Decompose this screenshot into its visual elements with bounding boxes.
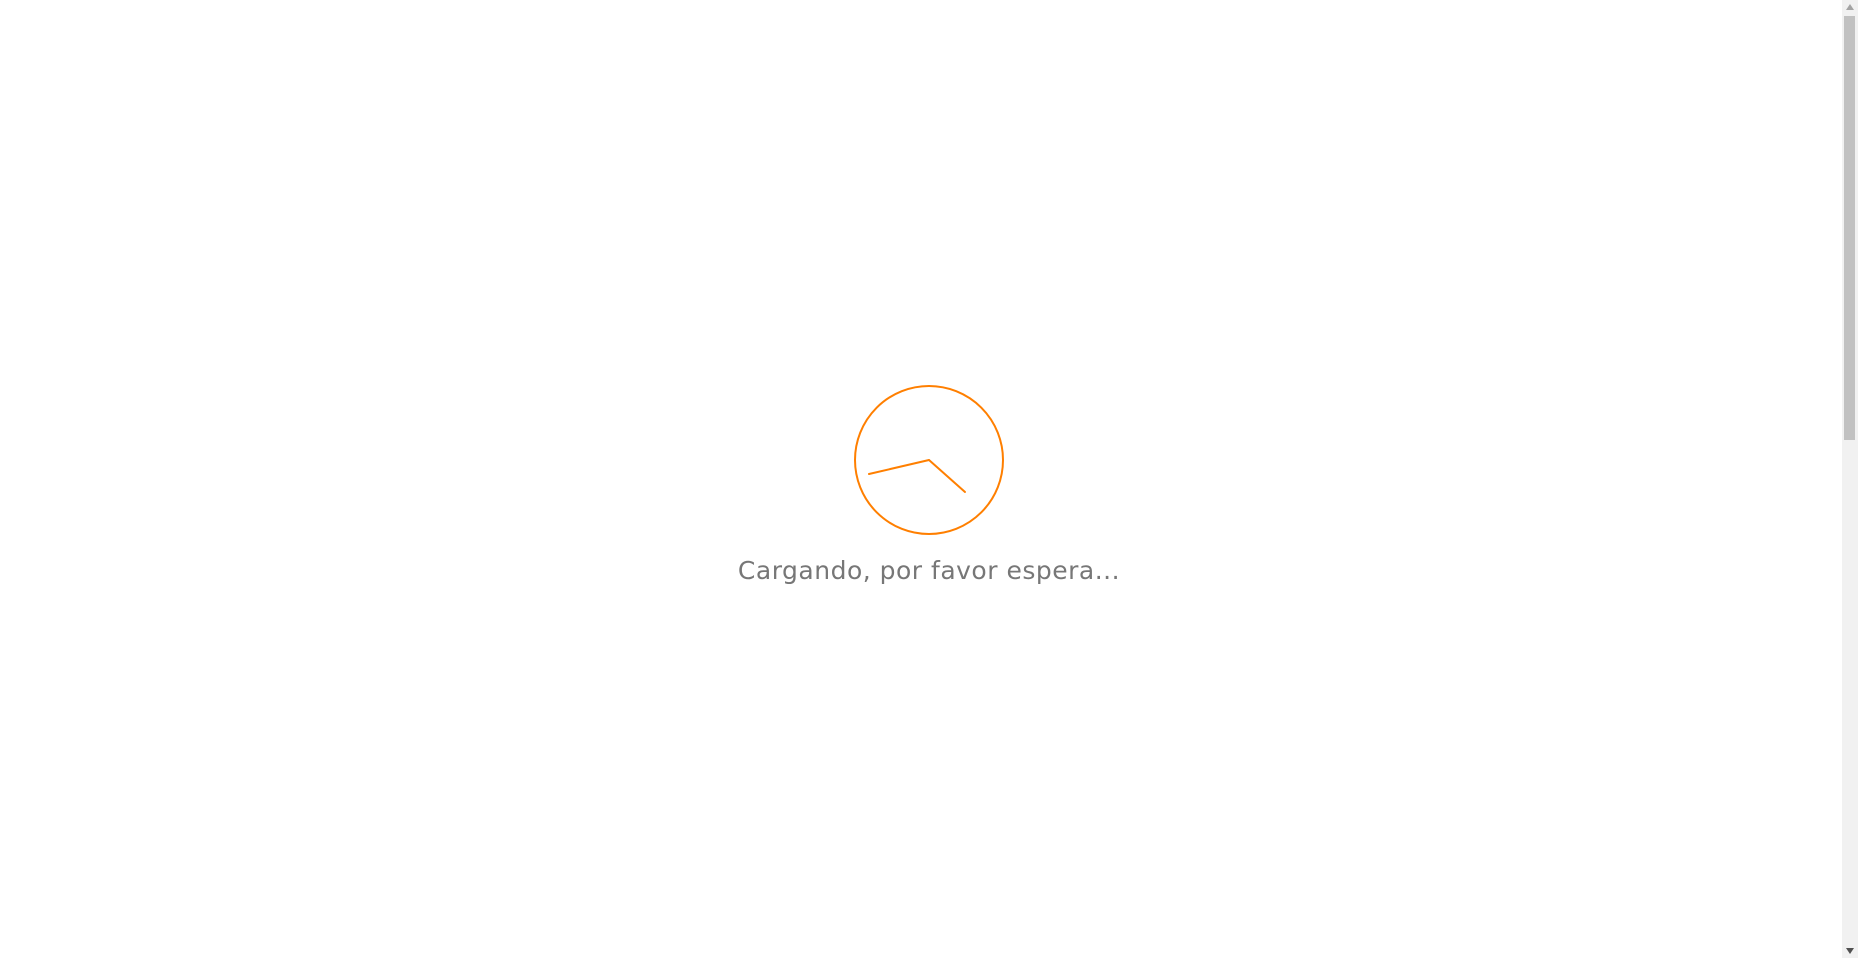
clock-hour-hand bbox=[868, 459, 930, 475]
page-viewport: Cargando, por favor espera... bbox=[0, 0, 1842, 958]
scroll-down-button[interactable] bbox=[1842, 944, 1858, 958]
loading-overlay: Cargando, por favor espera... bbox=[0, 0, 1842, 958]
clock-minute-hand bbox=[928, 459, 966, 493]
chevron-up-icon bbox=[1846, 4, 1854, 10]
scroll-thumb[interactable] bbox=[1844, 16, 1855, 440]
vertical-scrollbar[interactable] bbox=[1842, 0, 1858, 958]
loading-message: Cargando, por favor espera... bbox=[737, 556, 1121, 585]
chevron-down-icon bbox=[1846, 948, 1854, 954]
clock-icon bbox=[854, 385, 1004, 535]
scroll-up-button[interactable] bbox=[1842, 0, 1858, 14]
